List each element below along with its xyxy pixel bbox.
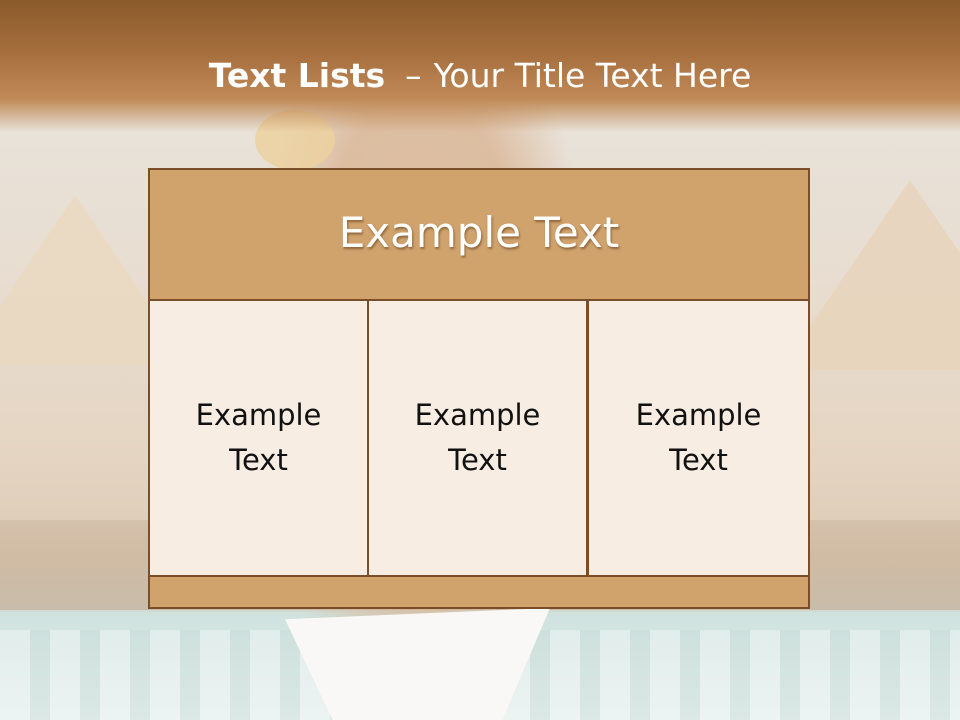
title-rest: Your Title Text Here bbox=[433, 56, 752, 95]
table-cell-text: Example Text bbox=[195, 398, 322, 477]
table-cell-2: Example Text bbox=[367, 299, 588, 577]
slide-title: Text Lists – Your Title Text Here bbox=[0, 56, 960, 96]
table-cell-1: Example Text bbox=[148, 299, 369, 577]
table-header: Example Text bbox=[148, 168, 810, 301]
table-cell-text: Example Text bbox=[414, 398, 541, 477]
title-dash: – bbox=[405, 56, 422, 95]
title-bold: Text Lists bbox=[208, 56, 386, 95]
table-footer-bar bbox=[148, 575, 810, 609]
table-cell-text: Example Text bbox=[635, 398, 762, 477]
table-header-text: Example Text bbox=[338, 207, 620, 257]
table-cell-3: Example Text bbox=[587, 299, 810, 577]
table-diagram: Example Text Example Text Example Text E… bbox=[148, 168, 810, 609]
